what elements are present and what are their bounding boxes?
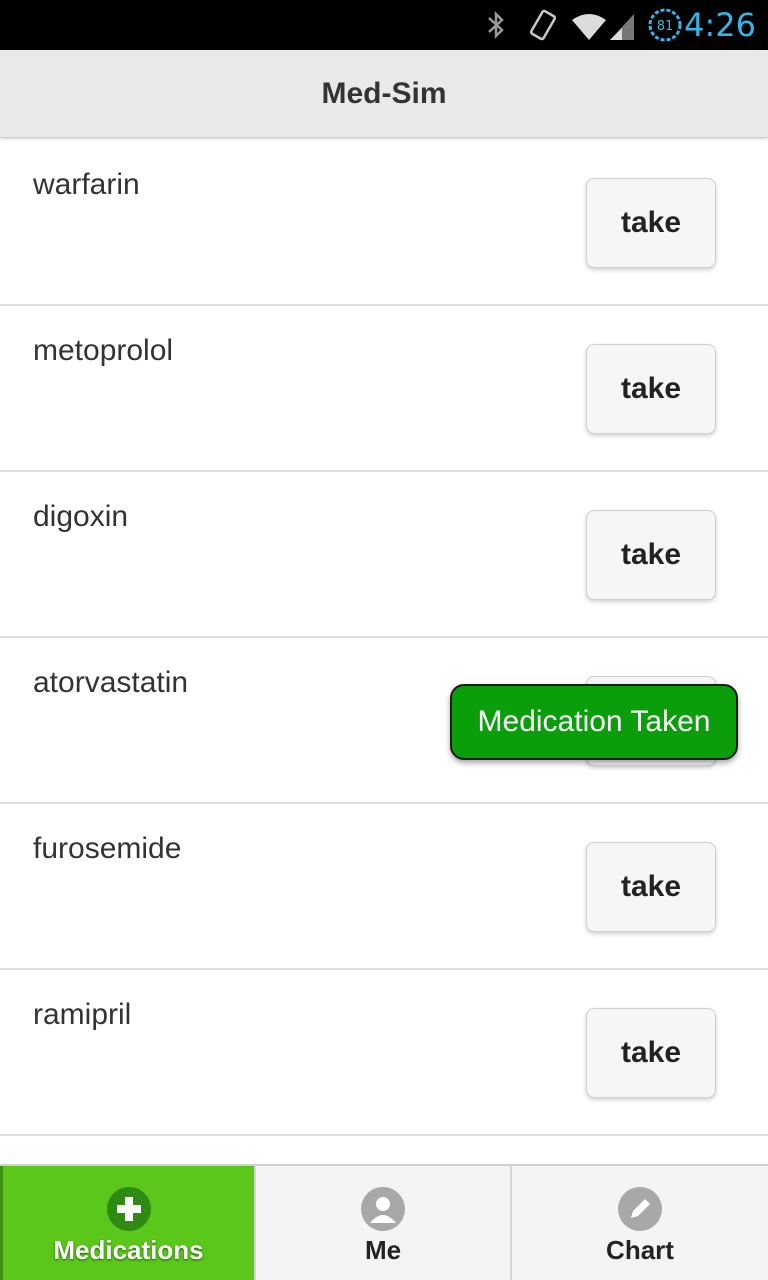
list-item: metoprolol take	[0, 306, 768, 472]
battery-icon: 81	[646, 0, 684, 50]
tab-me[interactable]: Me	[256, 1166, 512, 1280]
signal-wifi-icon	[570, 0, 636, 50]
page-title: Med-Sim	[321, 76, 447, 110]
tab-chart[interactable]: Chart	[512, 1166, 768, 1280]
svg-text:81: 81	[657, 19, 674, 34]
tab-label: Medications	[53, 1234, 204, 1265]
take-button[interactable]: take	[586, 842, 716, 932]
list-item: digoxin take	[0, 472, 768, 638]
list-item: ramipril take	[0, 970, 768, 1136]
medication-list: warfarin take metoprolol take digoxin ta…	[0, 140, 768, 1136]
list-item: warfarin take	[0, 140, 768, 306]
medication-taken-toast: Medication Taken	[450, 684, 738, 760]
take-button[interactable]: take	[586, 178, 716, 268]
medication-name: warfarin	[33, 168, 140, 201]
tab-label: Me	[364, 1234, 402, 1265]
medication-name: ramipril	[33, 998, 132, 1031]
tab-label: Chart	[606, 1234, 674, 1265]
status-clock: 4:26	[684, 6, 756, 44]
medication-name: furosemide	[33, 832, 182, 865]
medication-name: digoxin	[33, 500, 129, 533]
take-button[interactable]: take	[586, 1008, 716, 1098]
plus-circle-icon	[106, 1186, 151, 1231]
take-button[interactable]: take	[586, 510, 716, 600]
person-icon	[361, 1186, 405, 1231]
medication-name: atorvastatin	[33, 666, 189, 699]
app-header: Med-Sim	[0, 50, 768, 138]
status-bar: 81 4:26	[0, 0, 768, 50]
take-button[interactable]: take	[586, 344, 716, 434]
bottom-tab-bar: Medications Me Chart	[0, 1164, 768, 1280]
medication-name: metoprolol	[33, 334, 174, 367]
vibrate-icon	[526, 0, 560, 50]
bluetooth-icon	[484, 0, 508, 50]
list-item: furosemide take	[0, 804, 768, 970]
tab-medications[interactable]: Medications	[0, 1166, 256, 1280]
pencil-icon	[618, 1186, 662, 1231]
